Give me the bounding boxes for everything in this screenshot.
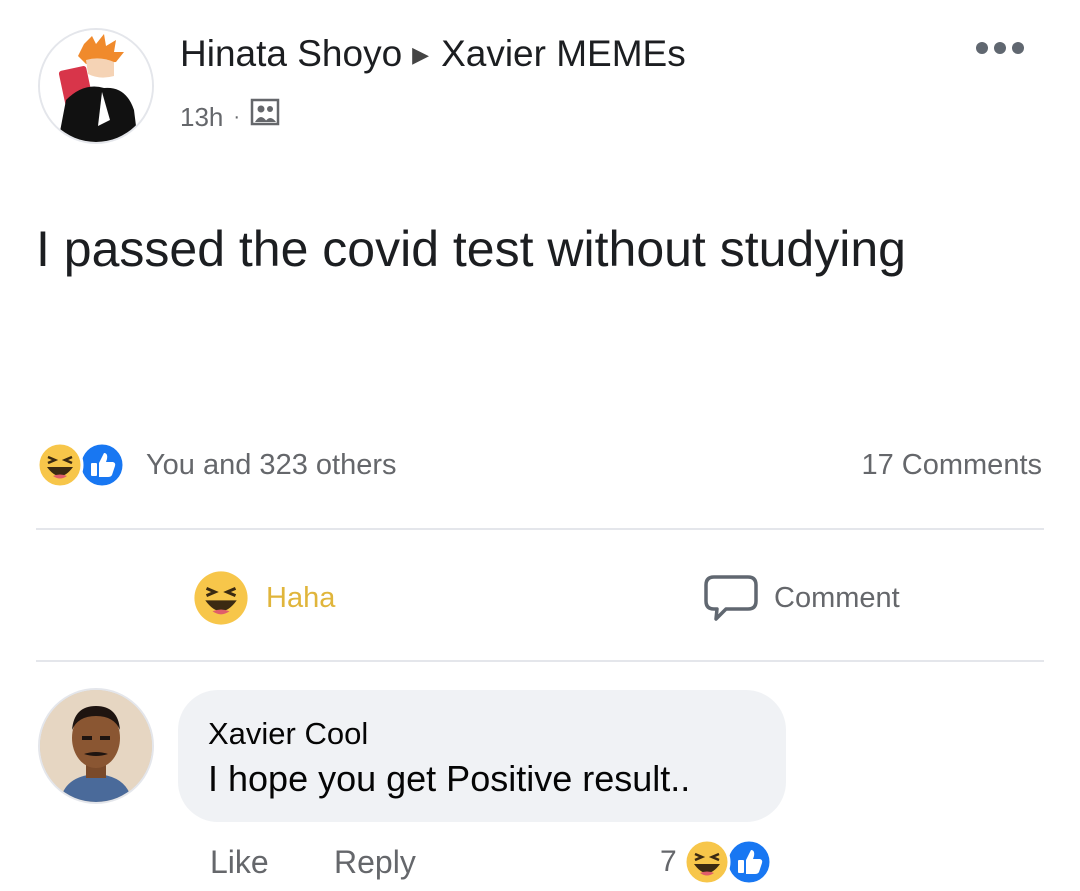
haha-icon	[194, 571, 248, 625]
like-icon	[725, 838, 773, 886]
post-text: I passed the covid test without studying	[36, 221, 906, 277]
author-name[interactable]: Hinata Shoyo	[180, 33, 402, 74]
comment-reaction-count: 7	[660, 845, 677, 878]
divider	[36, 528, 1044, 530]
haha-label: Haha	[266, 581, 336, 614]
divider	[36, 660, 1044, 662]
post-meta: 13h ·	[180, 98, 280, 135]
author-avatar[interactable]	[38, 28, 154, 144]
reactions-summary-text[interactable]: You and 323 others	[146, 446, 396, 484]
comment-author[interactable]: Xavier Cool	[208, 714, 756, 754]
reactions-icons[interactable]	[36, 440, 126, 490]
haha-icon	[36, 441, 84, 489]
more-dot-icon	[994, 42, 1006, 54]
more-dot-icon	[1012, 42, 1024, 54]
post-header-title: Hinata Shoyo ▶ Xavier MEMEs	[180, 30, 686, 83]
separator-dot: ·	[233, 105, 241, 128]
more-dot-icon	[976, 42, 988, 54]
comment-bubble-icon	[704, 575, 758, 621]
commenter-avatar[interactable]	[38, 688, 154, 804]
like-icon	[78, 441, 126, 489]
comment-like-button[interactable]: Like	[210, 842, 269, 882]
comment-reply-button[interactable]: Reply	[334, 842, 416, 882]
comments-count[interactable]: 17 Comments	[861, 446, 1042, 484]
comment-reactions[interactable]: 7	[660, 836, 773, 888]
haha-reaction-button[interactable]: Haha	[192, 566, 335, 630]
haha-icon	[683, 838, 731, 886]
more-options-button[interactable]	[972, 36, 1028, 60]
comment-text: I hope you get Positive result..	[208, 758, 691, 799]
post-time[interactable]: 13h	[180, 99, 223, 135]
comment-bubble: Xavier Cool I hope you get Positive resu…	[178, 690, 786, 822]
photo-audience-icon	[250, 98, 280, 135]
comment-button[interactable]: Comment	[702, 566, 900, 630]
group-name[interactable]: Xavier MEMEs	[441, 33, 686, 74]
comment-label: Comment	[774, 581, 900, 614]
arrow-right-icon: ▶	[412, 42, 430, 67]
